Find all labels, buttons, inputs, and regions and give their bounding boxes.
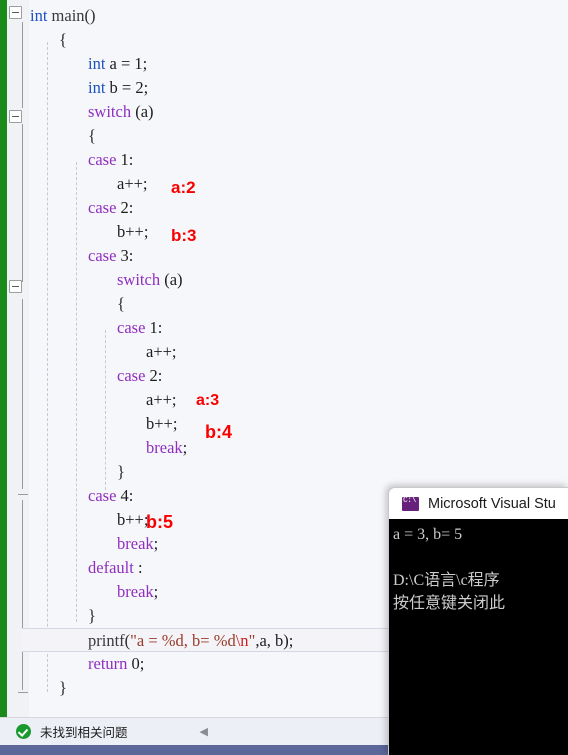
code-token: case — [88, 246, 117, 265]
code-token: case — [88, 198, 117, 217]
code-token: a++; — [117, 174, 148, 193]
status-message: 未找到相关问题 — [40, 726, 128, 740]
code-token: case — [117, 318, 146, 337]
code-line[interactable]: case 2: — [0, 364, 568, 388]
code-token: case — [88, 486, 117, 505]
handwritten-annotation: a:2 — [171, 178, 196, 197]
console-window[interactable]: Microsoft Visual Stu a = 3, b= 5 D:\C语言\c… — [388, 487, 568, 755]
code-token: () — [84, 6, 96, 25]
handwritten-annotation: b:4 — [205, 422, 232, 442]
code-token: 1: — [145, 318, 163, 337]
code-line[interactable]: { — [0, 292, 568, 316]
code-token: ,a, b) — [255, 631, 289, 650]
code-token: { — [88, 126, 96, 145]
code-line[interactable]: a++; — [0, 388, 568, 412]
code-token: 0; — [127, 654, 145, 673]
code-token: int — [88, 54, 106, 73]
code-line[interactable]: case 1: — [0, 316, 568, 340]
code-token: int — [88, 78, 106, 97]
code-token: ; — [153, 582, 159, 601]
code-token: } — [59, 678, 67, 697]
console-app-icon — [402, 496, 419, 511]
vs-editor-window: int main(){int a = 1; int b = 2; switch (a… — [0, 0, 568, 755]
code-line[interactable]: { — [0, 28, 568, 52]
code-token: switch — [117, 270, 161, 289]
code-token: b++; — [146, 414, 178, 433]
code-token: (a) — [131, 102, 154, 121]
code-token: 1: — [116, 150, 134, 169]
code-token: default — [88, 558, 134, 577]
console-line: D:\C语言\c程序 — [393, 572, 500, 589]
code-token: switch — [88, 102, 132, 121]
code-token: b = 2; — [105, 78, 149, 97]
code-token: break — [117, 534, 154, 553]
code-token: case — [88, 150, 117, 169]
code-token: a++; — [146, 390, 177, 409]
code-line[interactable]: case 1: — [0, 148, 568, 172]
code-line[interactable]: switch (a) — [0, 100, 568, 124]
code-token: ; — [153, 534, 159, 553]
handwritten-annotation: a:3 — [196, 392, 220, 409]
code-token: b++; — [117, 510, 149, 529]
console-titlebar[interactable]: Microsoft Visual Stu — [389, 488, 568, 519]
code-line[interactable]: b++; — [0, 412, 568, 436]
code-token: ; — [288, 631, 294, 650]
code-token: } — [117, 462, 125, 481]
code-line[interactable]: } — [0, 460, 568, 484]
code-token: (a) — [160, 270, 183, 289]
code-line[interactable]: int a = 1; — [0, 52, 568, 76]
code-token: 3: — [116, 246, 134, 265]
code-token: "a = %d, b= %d — [130, 631, 236, 650]
code-token: { — [117, 294, 125, 313]
code-token: break — [146, 438, 183, 457]
code-line[interactable]: { — [0, 124, 568, 148]
code-token: int — [30, 6, 52, 25]
code-token: printf — [88, 631, 125, 650]
code-token: } — [88, 606, 96, 625]
code-token: b++; — [117, 222, 149, 241]
code-token: main — [51, 6, 85, 25]
code-token: 4: — [116, 486, 134, 505]
code-token: a = 1; — [105, 54, 148, 73]
code-line[interactable]: a++; — [0, 340, 568, 364]
code-line[interactable]: a++; — [0, 172, 568, 196]
code-line[interactable]: break; — [0, 436, 568, 460]
success-check-icon — [16, 724, 31, 739]
code-line[interactable]: case 3: — [0, 244, 568, 268]
code-token: break — [117, 582, 154, 601]
code-token: a++; — [146, 342, 177, 361]
code-line[interactable]: case 2: — [0, 196, 568, 220]
console-output: a = 3, b= 5 D:\C语言\c程序 按任意键关闭此 — [389, 519, 568, 755]
code-token: : — [133, 558, 143, 577]
code-token: 2: — [116, 198, 134, 217]
console-window-title: Microsoft Visual Stu — [428, 495, 556, 512]
code-line[interactable]: switch (a) — [0, 268, 568, 292]
code-token: { — [59, 30, 67, 49]
code-token: 2: — [145, 366, 163, 385]
handwritten-annotation: b:5 — [146, 512, 173, 532]
code-line[interactable]: b++; — [0, 220, 568, 244]
handwritten-annotation: b:3 — [171, 226, 197, 245]
code-token: return — [88, 654, 128, 673]
code-line[interactable]: int b = 2; — [0, 76, 568, 100]
console-line: a = 3, b= 5 — [393, 526, 463, 543]
code-token: ; — [182, 438, 188, 457]
console-line: 按任意键关闭此 — [393, 595, 506, 612]
code-token: case — [117, 366, 146, 385]
code-line[interactable]: int main() — [0, 4, 568, 28]
collapse-arrow-icon[interactable]: ◀ — [200, 725, 208, 738]
code-token: \n — [235, 631, 249, 650]
